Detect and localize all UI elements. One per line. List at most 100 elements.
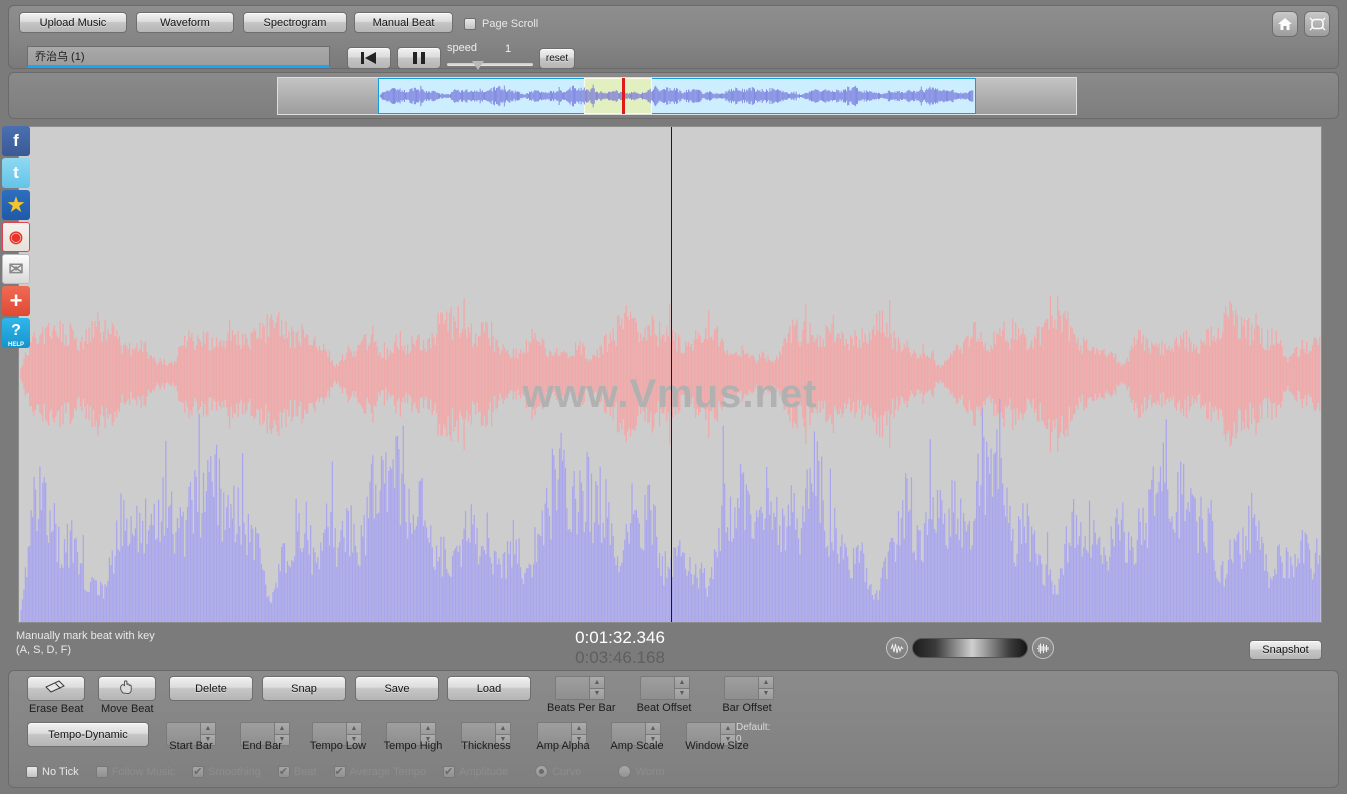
- beat-hint-line1: Manually mark beat with key: [16, 630, 155, 642]
- bar-offset-decrement[interactable]: ▼: [759, 688, 773, 699]
- average-tempo-checkbox[interactable]: [333, 765, 346, 779]
- speed-value: 1: [505, 43, 512, 55]
- amp-scale-increment[interactable]: ▲: [646, 723, 660, 735]
- email-glyph: ✉: [8, 258, 24, 279]
- delete-button[interactable]: Delete: [169, 676, 253, 701]
- beats-per-bar-spinner[interactable]: ▲ ▼: [555, 676, 605, 700]
- speed-control[interactable]: speed 1: [447, 42, 533, 72]
- beat-offset-label: Beat Offset: [636, 702, 692, 714]
- option-smoothing[interactable]: Smoothing: [192, 765, 261, 779]
- option-amplitude[interactable]: Amplitude: [443, 765, 509, 779]
- home-icon[interactable]: [1272, 11, 1298, 37]
- option-worm[interactable]: Worm: [618, 765, 665, 778]
- overview-panel: [8, 72, 1339, 119]
- end-bar-increment[interactable]: ▲: [275, 723, 289, 735]
- tempo-low-increment[interactable]: ▲: [347, 723, 361, 735]
- tempo-high-increment[interactable]: ▲: [421, 723, 435, 735]
- snapshot-button[interactable]: Snapshot: [1249, 640, 1322, 660]
- beat-hint-line2: (A, S, D, F): [16, 644, 71, 656]
- bar-offset-value[interactable]: [725, 677, 758, 699]
- option-no-tick[interactable]: No Tick: [26, 765, 79, 778]
- track-title-field[interactable]: 乔治乌 (1): [27, 46, 330, 68]
- default-note-line2: 0: [736, 734, 742, 745]
- beat-offset-decrement[interactable]: ▼: [675, 688, 689, 699]
- follow-music-checkbox[interactable]: [95, 765, 108, 778]
- amplitude-checkbox[interactable]: [443, 765, 456, 779]
- site-watermark: www.Vmus.net: [522, 372, 818, 416]
- move-beat-label: Move Beat: [101, 703, 154, 715]
- thickness-increment[interactable]: ▲: [496, 723, 510, 735]
- bar-offset-increment[interactable]: ▲: [759, 677, 773, 689]
- tempo-dynamic-button[interactable]: Tempo-Dynamic: [27, 722, 149, 747]
- default-note-line1: Default:: [736, 722, 771, 733]
- load-button[interactable]: Load: [447, 676, 531, 701]
- more-share-icon[interactable]: +: [2, 286, 30, 316]
- tab-waveform[interactable]: Waveform: [136, 12, 234, 33]
- amp-alpha-label: Amp Alpha: [536, 740, 590, 752]
- reset-speed-button[interactable]: reset: [539, 48, 575, 69]
- time-current: 0:01:32.346: [575, 628, 665, 647]
- beats-per-bar-value[interactable]: [556, 677, 589, 699]
- window-size-increment[interactable]: ▲: [721, 723, 735, 735]
- speed-slider-thumb[interactable]: [472, 61, 484, 70]
- pause-button[interactable]: [397, 47, 441, 69]
- option-beat[interactable]: Beat: [277, 765, 317, 779]
- beat-hint-text: Manually mark beat with key (A, S, D, F): [16, 629, 155, 657]
- page-scroll-toggle[interactable]: Page Scroll: [464, 18, 538, 30]
- overview-waveform-strip[interactable]: [277, 77, 1077, 115]
- save-label: Save: [384, 682, 410, 695]
- option-average-tempo[interactable]: Average Tempo: [333, 765, 426, 779]
- page-scroll-checkbox[interactable]: [464, 18, 476, 30]
- fullscreen-icon[interactable]: [1304, 11, 1330, 37]
- option-follow-music[interactable]: Follow Music: [95, 765, 175, 778]
- waveform-high-icon[interactable]: [1032, 637, 1054, 659]
- bar-offset-label: Bar Offset: [722, 702, 772, 714]
- start-bar-increment[interactable]: ▲: [201, 723, 215, 735]
- speed-slider-track[interactable]: [447, 63, 533, 66]
- option-curve[interactable]: Curve: [535, 765, 581, 778]
- twitter-icon[interactable]: t: [2, 158, 30, 188]
- email-icon[interactable]: ✉: [2, 254, 30, 284]
- amp-alpha-increment[interactable]: ▲: [572, 723, 586, 735]
- thickness-label: Thickness: [461, 740, 511, 752]
- beat-offset-spinner[interactable]: ▲ ▼: [640, 676, 690, 700]
- facebook-icon[interactable]: f: [2, 126, 30, 156]
- snap-button[interactable]: Snap: [262, 676, 346, 701]
- volume-control[interactable]: [886, 637, 1054, 659]
- erase-beat-button[interactable]: [27, 676, 85, 701]
- amplitude-label: Amplitude: [459, 765, 509, 778]
- track-title-text: 乔治乌 (1): [35, 51, 85, 63]
- top-toolbar-panel: Upload Music Waveform Spectrogram Manual…: [8, 5, 1339, 72]
- smoothing-checkbox[interactable]: [192, 765, 205, 779]
- amp-scale-label: Amp Scale: [610, 740, 664, 752]
- tab-manual-beat[interactable]: Manual Beat: [354, 12, 453, 33]
- beats-per-bar-increment[interactable]: ▲: [590, 677, 604, 689]
- volume-slider[interactable]: [912, 638, 1028, 658]
- save-button[interactable]: Save: [355, 676, 439, 701]
- beats-per-bar-label: Beats Per Bar: [547, 702, 616, 714]
- time-total: 0:03:46.168: [575, 648, 665, 667]
- bar-offset-spinner[interactable]: ▲ ▼: [724, 676, 774, 700]
- waveform-low-icon[interactable]: [886, 637, 908, 659]
- worm-radio[interactable]: [618, 765, 632, 778]
- beats-per-bar-decrement[interactable]: ▼: [590, 688, 604, 699]
- qzone-icon[interactable]: ★: [2, 190, 30, 220]
- tab-spectrogram[interactable]: Spectrogram: [243, 12, 347, 33]
- beat-offset-increment[interactable]: ▲: [675, 677, 689, 689]
- rewind-to-start-button[interactable]: [347, 47, 391, 69]
- beat-checkbox[interactable]: [277, 765, 290, 779]
- hand-pointer-icon: [118, 679, 136, 698]
- overview-playhead[interactable]: [622, 78, 625, 114]
- tab-upload-music[interactable]: Upload Music: [19, 12, 127, 33]
- no-tick-label: No Tick: [42, 765, 79, 778]
- beat-offset-value[interactable]: [641, 677, 674, 699]
- no-tick-checkbox[interactable]: [26, 765, 38, 778]
- main-waveform-canvas[interactable]: www.Vmus.net: [18, 126, 1322, 623]
- move-beat-button[interactable]: [98, 676, 156, 701]
- help-icon[interactable]: ? HELP: [2, 318, 30, 348]
- weibo-icon[interactable]: ◉: [2, 222, 30, 252]
- snapshot-label: Snapshot: [1262, 644, 1309, 656]
- curve-radio[interactable]: [535, 765, 549, 778]
- main-playhead[interactable]: [671, 127, 672, 622]
- load-label: Load: [476, 682, 502, 695]
